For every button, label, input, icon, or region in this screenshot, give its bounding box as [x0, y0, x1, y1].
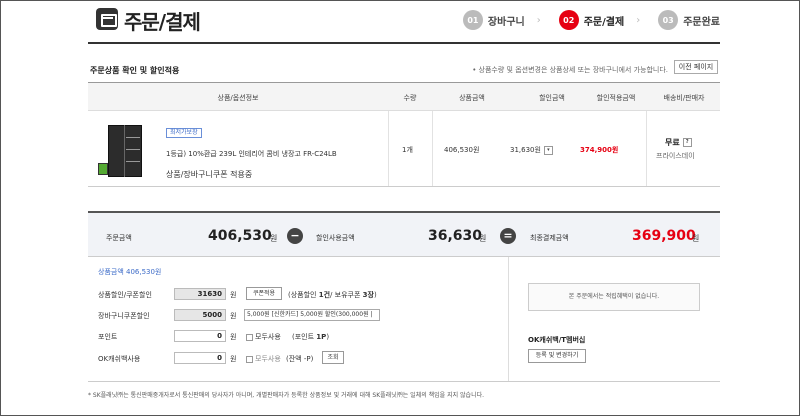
discount-section: 상품금액 406,530원 상품할인/쿠폰할인 31630 원 쿠폰적용 (상품… [88, 257, 720, 382]
step-cart: 01 장바구니 › [462, 10, 541, 30]
point-info-value: 1P [316, 333, 327, 341]
discount-detail-button[interactable]: ▾ [543, 145, 553, 155]
cart-coupon-unit: 원 [230, 312, 237, 320]
table-row: 최저가보장 1등급) 10%환급 239L 인테리어 콤비 냉장고 FR-C24… [88, 111, 720, 187]
product-price: 406,530원 [444, 146, 480, 154]
product-name[interactable]: 1등급) 10%환급 239L 인테리어 콤비 냉장고 FR-C24LB [166, 149, 337, 159]
product-image[interactable] [98, 123, 152, 181]
point-info-prefix: (포인트 [292, 333, 315, 341]
product-discount: 31,630원 [510, 146, 541, 154]
final-amount-unit: 원 [692, 234, 700, 243]
energy-label-icon [98, 163, 108, 175]
product-discount-cell: 31,630원 ▾ [510, 145, 553, 155]
discount-amount-unit: 원 [479, 234, 487, 243]
shipping-help-button[interactable]: ? [682, 138, 692, 147]
step-label: 주문/결제 [583, 16, 625, 28]
shipping-fee: 무료 [665, 138, 680, 147]
discount-amount-label: 할인사용금액 [316, 234, 355, 242]
register-change-button[interactable]: 등록 및 변경하기 [528, 349, 586, 363]
equals-icon: = [500, 228, 516, 244]
point-input[interactable]: 0 [174, 330, 226, 342]
point-use-all[interactable]: 모두사용 [246, 332, 281, 342]
coupon-count: 1건 [318, 291, 331, 299]
point-unit: 원 [230, 333, 237, 341]
coupon-info: (상품할인 1건/ 보유쿠폰 3장) [288, 290, 377, 300]
coupon-owned: 3장 [362, 291, 374, 299]
header-price: 상품금액 [459, 94, 485, 102]
page-title: 주문/결제 [124, 10, 201, 34]
ok-use-all-label: 모두사용 [255, 355, 281, 363]
coupon-unit: 원 [230, 291, 237, 299]
ok-cashbag-label: OK캐쉬백사용 [98, 355, 141, 363]
coupon-discount-label: 상품할인/쿠폰할인 [98, 291, 152, 299]
divider [508, 257, 509, 381]
ok-cashbag-input[interactable]: 0 [174, 352, 226, 364]
seller-name[interactable]: 프라이스데이 [656, 151, 695, 161]
coupon-discount-field: 31630 [174, 288, 226, 300]
point-label: 포인트 [98, 333, 118, 341]
prev-page-button[interactable]: 이전 페이지 [674, 60, 718, 74]
point-use-all-label: 모두사용 [255, 333, 281, 341]
step-number: 03 [658, 10, 679, 30]
coupon-info-mid: / 보유쿠폰 [330, 291, 361, 299]
order-steps: 01 장바구니 › 02 주문/결제 › 03 주문완료 [445, 10, 720, 30]
header-final: 할인적용금액 [596, 94, 636, 102]
benefit-notice: 본 주문에서는 적립혜택이 없습니다. [528, 283, 700, 311]
divider [388, 111, 389, 186]
coupon-info-suffix: ) [373, 291, 377, 299]
ok-use-all-checkbox[interactable] [246, 355, 253, 363]
order-amount-unit: 원 [270, 234, 278, 243]
product-qty: 1개 [402, 146, 413, 154]
payment-summary: 주문금액 406,530 원 − 할인사용금액 36,630 원 = 최종결제금… [88, 211, 720, 257]
section-note: • 상품수량 및 옵션변경은 상품상세 또는 장바구니에서 가능합니다. [472, 66, 668, 74]
step-label: 주문완료 [683, 16, 720, 28]
table-header: 상품/옵션정보 수량 상품금액 할인금액 할인적용금액 배송비/판매자 [88, 83, 720, 111]
final-amount-value: 369,900 [632, 228, 696, 244]
wallet-icon [96, 8, 118, 30]
minus-icon: − [287, 228, 303, 244]
lowest-price-badge: 최저가보장 [166, 128, 202, 138]
chevron-right-icon: › [536, 14, 541, 26]
step-number: 01 [462, 10, 483, 30]
final-amount-label: 최종결제금액 [530, 234, 569, 242]
ok-membership-title: OK캐쉬백/T멤버십 [528, 336, 586, 344]
legal-footnote: * SK플래닛㈜는 통신판매중개자로서 통신판매의 당사자가 아니며, 개별판매… [88, 392, 485, 399]
divider [432, 111, 433, 186]
product-table: 상품/옵션정보 수량 상품금액 할인금액 할인적용금액 배송비/판매자 최저가보… [88, 82, 720, 187]
product-final-price: 374,900원 [580, 146, 619, 154]
section-header: 주문상품 확인 및 할인적용 • 상품수량 및 옵션변경은 상품상세 또는 장바… [88, 60, 720, 78]
ok-use-all[interactable]: 모두사용 [246, 354, 281, 364]
ok-lookup-button[interactable]: 조회 [322, 351, 344, 364]
ok-balance: (잔액 -P) [286, 355, 314, 363]
header-qty: 수량 [403, 94, 417, 102]
divider [646, 111, 647, 186]
coupon-info-prefix: (상품할인 [288, 291, 317, 299]
shipping-cell: 무료? [665, 137, 692, 148]
point-info-suffix: ) [326, 333, 330, 341]
step-label: 장바구니 [487, 16, 525, 28]
header-shipping: 배송비/판매자 [663, 94, 705, 102]
step-checkout: 02 주문/결제 › [558, 10, 641, 30]
ok-cashbag-unit: 원 [230, 355, 237, 363]
header-product: 상품/옵션정보 [217, 94, 259, 102]
product-amount-note: 상품금액 406,530원 [98, 268, 162, 276]
order-amount-value: 406,530 [208, 228, 272, 244]
chevron-right-icon: › [636, 14, 641, 26]
order-amount-label: 주문금액 [106, 234, 132, 242]
step-complete: 03 주문완료 [658, 10, 720, 30]
cart-coupon-label: 장바구니쿠폰할인 [98, 312, 150, 320]
point-info: (포인트 1P) [292, 332, 329, 342]
discount-amount-value: 36,630 [428, 228, 483, 244]
apply-coupon-button[interactable]: 쿠폰적용 [246, 287, 282, 300]
section-title: 주문상품 확인 및 할인적용 [90, 66, 180, 75]
cart-coupon-field: 5000 [174, 309, 226, 321]
coupon-status: 상품/장바구니쿠폰 적용중 [166, 170, 253, 179]
step-number: 02 [558, 10, 579, 30]
point-use-all-checkbox[interactable] [246, 333, 253, 341]
page-header: 주문/결제 01 장바구니 › 02 주문/결제 › 03 주문완료 [88, 0, 720, 44]
cart-coupon-select[interactable]: 5,000원 [신한카드] 5,000원 할인(300,000원 | [244, 309, 380, 321]
